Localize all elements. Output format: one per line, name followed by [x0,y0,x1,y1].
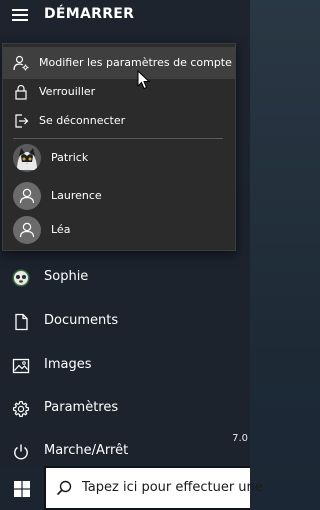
nav-label-sophie: Sophie [44,269,89,284]
user-name-lea: Léa [51,223,71,236]
menu-item-lock[interactable]: Verrouiller [3,76,235,108]
nav-item-documents[interactable]: Documents [0,302,230,342]
user-avatar-icon [12,269,30,287]
account-settings-icon [13,55,29,71]
nav-item-parametres[interactable]: Paramètres [0,389,230,429]
lock-icon [15,84,27,100]
taskbar: Tapez ici pour effectuer une [0,466,263,510]
power-icon [14,444,28,460]
menu-label-account-settings: Modifier les paramètres de compte [39,56,232,69]
document-icon [15,313,28,331]
nav-label-parametres: Paramètres [44,400,119,415]
image-icon [12,358,30,374]
avatar [13,216,41,244]
taskbar-search-box[interactable]: Tapez ici pour effectuer une [46,468,263,508]
start-button[interactable] [0,466,44,510]
mouse-cursor-icon [137,70,151,90]
avatar [13,144,41,172]
menu-item-account-settings[interactable]: Modifier les paramètres de compte [3,47,235,79]
start-title: DÉMARRER [44,6,135,22]
nav-label-documents: Documents [44,313,119,328]
background-version-text: 7.0 [232,433,248,444]
cat-photo-icon [13,144,41,172]
sign-out-icon [15,114,29,128]
nav-item-sophie[interactable]: Sophie [0,258,230,298]
user-name-laurence: Laurence [51,189,102,202]
menu-item-sign-out[interactable]: Se déconnecter [3,105,235,137]
search-placeholder: Tapez ici pour effectuer une [82,480,263,495]
menu-label-lock: Verrouiller [39,85,96,98]
menu-label-sign-out: Se déconnecter [39,114,126,127]
nav-item-images[interactable]: Images [0,346,230,386]
start-header: DÉMARRER [0,0,250,36]
avatar [13,182,41,210]
user-item-patrick[interactable]: Patrick [3,142,235,176]
default-user-icon [19,222,35,238]
user-name-patrick: Patrick [51,151,89,164]
search-icon [56,480,72,496]
user-item-laurence[interactable]: Laurence [3,180,235,214]
nav-label-power: Marche/Arrêt [44,443,129,458]
gear-icon [12,400,30,418]
user-item-lea[interactable]: Léa [3,214,235,248]
windows-logo-icon [14,481,30,497]
account-flyout-menu: Modifier les paramètres de compte Verrou… [2,43,236,251]
menu-divider [13,138,223,139]
nav-label-images: Images [44,357,92,372]
start-menu: DÉMARRER Sophie Documents Images Paramèt… [0,0,250,466]
default-user-icon [19,188,35,204]
hamburger-icon[interactable] [12,9,28,21]
